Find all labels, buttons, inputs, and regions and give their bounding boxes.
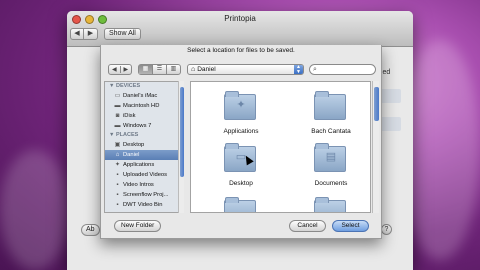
hard-drive-icon: ▬ xyxy=(114,102,121,109)
home-icon: ⌂ xyxy=(115,151,120,158)
folder-item-partial[interactable] xyxy=(291,197,370,212)
file-browser-grid: ✦ Applications Bach Cantata ▭ Desktop ▤ … xyxy=(190,81,371,213)
folder-icon: ▪ xyxy=(116,191,119,198)
sidebar-item-label: Windows 7 xyxy=(123,123,152,129)
wallpaper-streak xyxy=(0,150,70,270)
applications-icon: ✦ xyxy=(114,161,121,168)
folder-item-bach-cantata[interactable]: Bach Cantata xyxy=(291,91,370,142)
imac-icon: ▭ xyxy=(114,92,121,99)
scroll-thumb[interactable] xyxy=(374,87,379,121)
sidebar-item-label: Screenflow Proj... xyxy=(123,192,169,198)
folder-item-applications[interactable]: ✦ Applications xyxy=(201,91,281,142)
sidebar-item-windows-7[interactable]: ▬ Windows 7 xyxy=(105,121,183,131)
popup-arrows-icon: ▲ ▼ xyxy=(294,65,303,74)
folder-label: Documents xyxy=(314,180,348,187)
grid-scrollbar[interactable] xyxy=(372,81,379,213)
sidebar-item-idisk[interactable]: ◙ iDisk xyxy=(105,111,183,121)
sidebar-item-label: Daniel's iMac xyxy=(123,93,158,99)
path-label: Daniel xyxy=(197,66,216,73)
sidebar-item-desktop[interactable]: ▣ Desktop xyxy=(105,140,183,150)
sidebar-item-imac[interactable]: ▭ Daniel's iMac xyxy=(105,91,183,101)
prefs-nav: ◀ ▶ xyxy=(70,28,98,40)
folder-glyph: ✦ xyxy=(236,99,246,111)
sidebar-item-daniel[interactable]: ⌂ Daniel xyxy=(105,150,183,160)
sidebar-item-label: DWT Video Bin xyxy=(123,202,163,208)
sidebar-item-label: Daniel xyxy=(123,152,140,158)
scroll-thumb[interactable] xyxy=(180,87,184,177)
cancel-button[interactable]: Cancel xyxy=(289,220,326,232)
back-forward-control: ◀ ▶ xyxy=(108,64,132,75)
sheet-message: Select a location for files to be saved. xyxy=(187,47,295,54)
folder-item-desktop[interactable]: ▭ Desktop xyxy=(201,143,281,194)
folder-icon: ▪ xyxy=(116,181,119,188)
folder-icon xyxy=(224,197,256,212)
back-arrow-icon[interactable]: ◀ xyxy=(109,66,121,73)
save-location-sheet: Select a location for files to be saved.… xyxy=(100,45,382,239)
devices-header[interactable]: ▼ DEVICES xyxy=(105,82,183,91)
select-button[interactable]: Select xyxy=(332,220,369,232)
folder-item-documents[interactable]: ▤ Documents xyxy=(291,143,370,194)
drive-icon: ▬ xyxy=(114,122,121,129)
show-all-button[interactable]: Show All xyxy=(104,28,141,40)
sidebar-item-label: iDisk xyxy=(123,113,136,119)
sidebar-item-label: Applications xyxy=(123,162,155,168)
folder-icon: ▪ xyxy=(116,171,119,178)
folder-icon: ▪ xyxy=(116,201,119,208)
view-mode-control: ▦ ☰ ▥ xyxy=(138,64,181,75)
back-arrow-icon[interactable]: ◀ xyxy=(70,28,84,40)
icon-view-icon[interactable]: ▦ xyxy=(139,65,152,74)
forward-arrow-icon[interactable]: ▶ xyxy=(84,28,98,40)
search-field[interactable]: ⌕ xyxy=(309,64,376,75)
sidebar-item-uploaded-videos[interactable]: ▪ Uploaded Videos xyxy=(105,170,183,180)
window-title: Printopia xyxy=(224,14,256,23)
folder-item-partial[interactable] xyxy=(201,197,281,212)
forward-arrow-icon[interactable]: ▶ xyxy=(121,66,132,73)
places-header[interactable]: ▼ PLACES xyxy=(105,131,183,140)
sidebar-item-applications[interactable]: ✦ Applications xyxy=(105,160,183,170)
sidebar-item-video-intros[interactable]: ▪ Video Intros xyxy=(105,180,183,190)
folder-label: Bach Cantata xyxy=(311,128,351,135)
folder-icon xyxy=(314,91,346,120)
behind-button[interactable]: Ab xyxy=(81,224,100,236)
sidebar-item-label: Video Intros xyxy=(123,182,154,188)
sidebar: ▼ DEVICES ▭ Daniel's iMac ▬ Macintosh HD… xyxy=(104,81,184,213)
folder-label: Desktop xyxy=(229,180,253,187)
search-icon: ⌕ xyxy=(313,66,317,73)
sidebar-item-dwt-video-bin[interactable]: ▪ DWT Video Bin xyxy=(105,200,183,210)
home-icon: ⌂ xyxy=(191,66,196,73)
sidebar-item-label: Desktop xyxy=(123,142,145,148)
sidebar-item-label: Uploaded Videos xyxy=(123,172,168,178)
folder-glyph: ▭ xyxy=(235,151,247,163)
path-popup[interactable]: ⌂ Daniel ▲ ▼ xyxy=(187,64,304,75)
titlebar: Printopia ◀ ▶ Show All xyxy=(67,11,413,47)
column-view-icon[interactable]: ▥ xyxy=(166,65,180,74)
sidebar-item-label: Macintosh HD xyxy=(123,103,160,109)
folder-icon xyxy=(314,197,346,212)
folder-glyph: ▤ xyxy=(325,151,337,163)
sidebar-scrollbar[interactable] xyxy=(178,81,184,213)
help-button[interactable]: ? xyxy=(381,224,392,235)
desktop-icon: ▣ xyxy=(114,141,121,148)
sidebar-item-macintosh-hd[interactable]: ▬ Macintosh HD xyxy=(105,101,183,111)
list-view-icon[interactable]: ☰ xyxy=(152,65,166,74)
sidebar-item-screenflow[interactable]: ▪ Screenflow Proj... xyxy=(105,190,183,200)
folder-label: Applications xyxy=(223,128,259,135)
new-folder-button[interactable]: New Folder xyxy=(114,220,162,232)
idisk-icon: ◙ xyxy=(115,112,120,119)
